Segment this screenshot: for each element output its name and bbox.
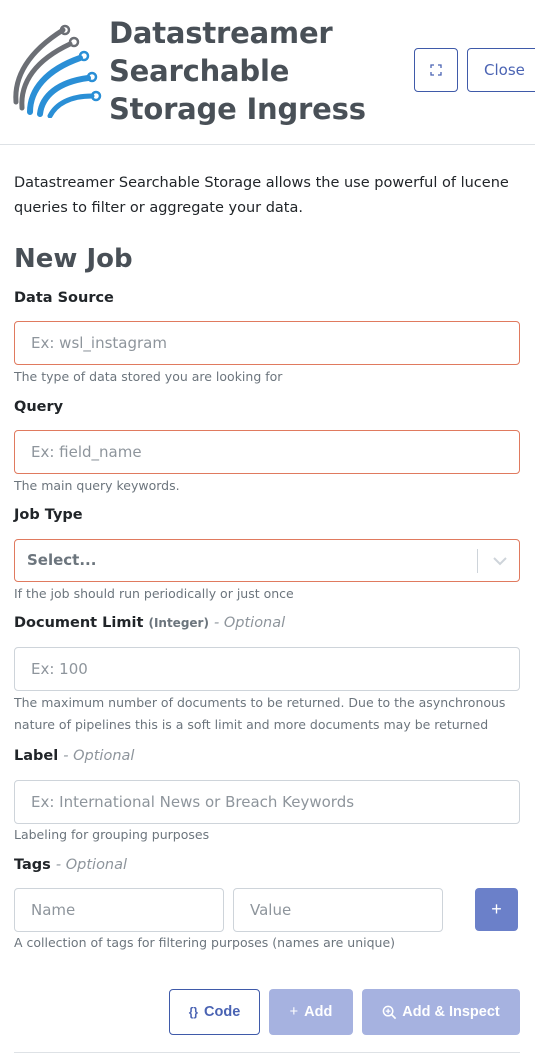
label-input[interactable] xyxy=(14,780,520,824)
document-limit-label-text: Document Limit xyxy=(14,615,144,631)
code-icon: {} xyxy=(188,1005,199,1019)
job-type-select[interactable]: Select... xyxy=(14,539,520,582)
data-source-label-text: Data Source xyxy=(14,290,114,306)
tags-help: A collection of tags for filtering purpo… xyxy=(14,935,396,950)
query-input[interactable] xyxy=(14,430,520,474)
query-help: The main query keywords. xyxy=(14,478,180,493)
optional-hint: - Optional xyxy=(63,748,135,764)
data-source-input[interactable] xyxy=(14,321,520,365)
optional-hint: - Optional xyxy=(55,857,128,873)
document-limit-label: Document Limit (Integer) - Optional xyxy=(14,615,285,631)
optional-hint: - Optional xyxy=(214,615,286,631)
add-button[interactable]: + Add xyxy=(269,989,353,1035)
search-plus-icon xyxy=(382,1005,397,1019)
document-limit-help: The maximum number of documents to be re… xyxy=(14,695,506,732)
label-help: Labeling for grouping purposes xyxy=(14,827,210,842)
tags-label-text: Tags xyxy=(14,857,51,873)
job-type-label: Job Type xyxy=(14,507,83,523)
close-button[interactable]: Close xyxy=(467,48,535,92)
expand-icon xyxy=(430,64,442,76)
job-type-help: If the job should run periodically or ju… xyxy=(14,586,294,601)
intro-description: Datastreamer Searchable Storage allows t… xyxy=(14,175,509,216)
add-and-inspect-label: Add & Inspect xyxy=(402,1004,500,1020)
form-heading: New Job xyxy=(14,244,133,274)
query-label-text: Query xyxy=(14,399,64,415)
tag-name-input[interactable] xyxy=(14,888,224,932)
expand-button[interactable] xyxy=(414,48,458,92)
data-source-label: Data Source xyxy=(14,290,114,306)
plus-icon: + xyxy=(491,899,502,919)
select-separator xyxy=(477,549,478,573)
data-source-help: The type of data stored you are looking … xyxy=(14,369,283,384)
query-label: Query xyxy=(14,399,63,415)
job-type-selected-value: Select... xyxy=(27,551,97,569)
footer-divider xyxy=(14,1052,520,1053)
page-title: Datastreamer Searchable Storage Ingress xyxy=(109,16,366,126)
add-button-label: Add xyxy=(304,1004,333,1020)
chevron-down-icon[interactable] xyxy=(490,551,510,571)
code-button-label: Code xyxy=(204,1004,241,1020)
code-button[interactable]: {} Code xyxy=(169,989,260,1035)
panel-header: Datastreamer Searchable Storage Ingress … xyxy=(0,0,535,145)
job-type-label-text: Job Type xyxy=(14,507,83,523)
datastreamer-logo xyxy=(13,24,102,118)
label-field-label: Label - Optional xyxy=(14,748,134,764)
tags-label: Tags - Optional xyxy=(14,857,127,873)
plus-icon: + xyxy=(289,1004,299,1020)
tag-value-input[interactable] xyxy=(233,888,443,932)
integer-hint: (Integer) xyxy=(148,616,209,630)
label-field-label-text: Label xyxy=(14,748,59,764)
document-limit-input[interactable] xyxy=(14,647,520,691)
add-tag-button[interactable]: + xyxy=(475,888,518,931)
add-and-inspect-button[interactable]: Add & Inspect xyxy=(362,989,520,1035)
